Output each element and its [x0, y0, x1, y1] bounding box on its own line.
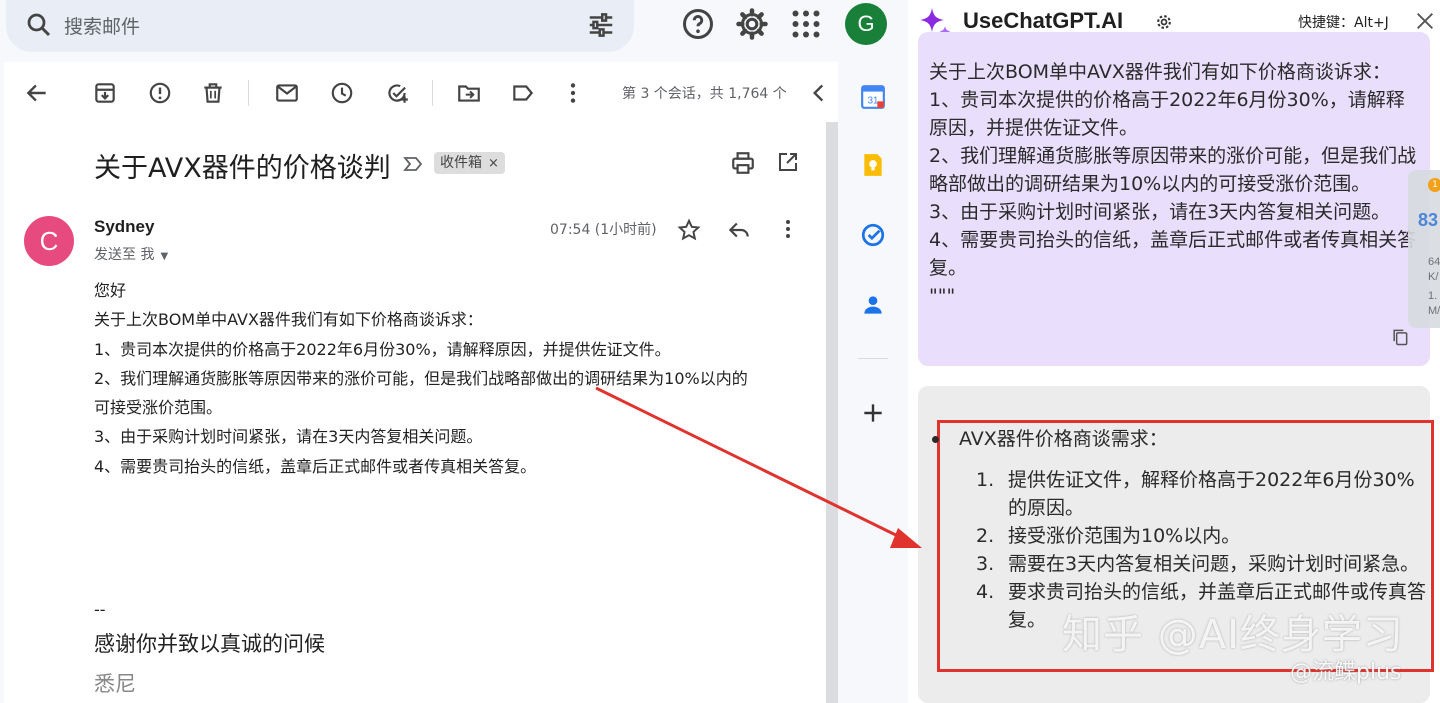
report-spam-icon[interactable] [147, 80, 173, 106]
body-line: 关于上次BOM单中AVX器件我们有如下价格商谈诉求： [94, 310, 483, 330]
reply-icon[interactable] [726, 217, 752, 243]
side-apps-rail: 31 [838, 62, 908, 703]
download-speed: 1. [1428, 290, 1438, 302]
remove-label-button[interactable]: × [488, 156, 499, 171]
usechatgpt-sidebar: UseChatGPT.AI 快捷键：Alt+J 关于上次BOM单中AVX器件我们… [908, 0, 1440, 703]
back-arrow-icon[interactable] [24, 80, 50, 106]
label-tag-icon[interactable] [510, 80, 536, 106]
mail-timestamp: 07:54 (1小时前) [550, 222, 657, 238]
shortcut-hint: 快捷键：Alt+J [1298, 15, 1389, 31]
watermark-handle: @流鲽plus [1290, 660, 1402, 685]
list-item: 3. 需要在3天内答复相关问题，采购计划时间紧急。 [976, 550, 1426, 578]
archive-icon[interactable] [92, 80, 118, 106]
mail-toolbar: 第 3 个会话，共 1,764 个 [4, 64, 838, 122]
help-icon[interactable] [680, 6, 716, 42]
rail-divider [858, 358, 888, 359]
body-line: 您好 [94, 281, 127, 300]
download-unit: M/ [1428, 305, 1440, 317]
list-number: 3. [976, 553, 995, 575]
list-text: 接受涨价范围为10%以内。 [1008, 525, 1241, 547]
sender-name[interactable]: Sydney [94, 217, 154, 237]
ai-bullet-text: AVX器件价格商谈需求： [959, 428, 1168, 450]
toolbar-divider [432, 80, 433, 106]
importance-marker-icon[interactable] [402, 155, 424, 173]
mail-body: 您好 关于上次BOM单中AVX器件我们有如下价格商谈诉求： 1、贵司本次提供的价… [94, 276, 814, 481]
caret-down-icon[interactable]: ▼ [160, 251, 168, 262]
mail-view: 第 3 个会话，共 1,764 个 关于AVX器件的价格谈判 收件箱 × C Sy… [4, 64, 838, 703]
body-line: 1、贵司本次提供的价格高于2022年6月份30%，请解释原因，并提供佐证文件。 [94, 339, 671, 359]
list-number: 2. [976, 525, 995, 547]
body-line: 4、需要贵司抬头的信纸，盖章后正式邮件或者传真相关答复。 [94, 456, 537, 476]
sender-avatar[interactable]: C [24, 216, 74, 266]
account-avatar[interactable]: G [845, 3, 887, 45]
snooze-clock-icon[interactable] [329, 80, 355, 106]
chatgpt-settings-icon[interactable] [1154, 12, 1174, 32]
usechatgpt-title: UseChatGPT.AI [963, 8, 1124, 33]
body-line: 2、我们理解通货膨胀等原因带来的涨价可能，但是我们战略部做出的调研结果为10%以… [94, 368, 748, 388]
conversation-pager: 第 3 个会话，共 1,764 个 [622, 86, 787, 102]
apps-grid-icon[interactable] [788, 6, 824, 42]
list-item: 2. 接受涨价范围为10%以内。 [976, 522, 1426, 550]
calendar-icon[interactable]: 31 [860, 84, 886, 110]
signature-name: 悉尼 [94, 672, 136, 696]
add-task-icon[interactable] [384, 80, 410, 106]
list-item: 1. 提供佐证文件，解释价格高于2022年6月份30%的原因。 [976, 466, 1426, 522]
move-to-folder-icon[interactable] [456, 80, 482, 106]
add-addon-plus-icon[interactable] [860, 400, 886, 426]
list-number: 1. [976, 469, 995, 491]
widget-value: 83 [1418, 210, 1439, 230]
list-text: 提供佐证文件，解释价格高于2022年6月份30%的原因。 [1008, 469, 1415, 519]
upload-unit: K/ [1428, 271, 1439, 283]
bullet-dot [932, 436, 939, 443]
search-input[interactable]: 搜索邮件 [64, 12, 140, 39]
search-bar[interactable]: 搜索邮件 [6, 0, 634, 52]
search-options-icon[interactable] [586, 10, 616, 40]
sent-to-text: 发送至 我 [94, 247, 155, 263]
body-line: 3、由于采购计划时间紧张，请在3天内答复相关问题。 [94, 427, 483, 447]
inbox-label-chip[interactable]: 收件箱 × [434, 152, 505, 174]
speed-widget[interactable]: 1 83 64 K/ 1. M/ [1408, 170, 1440, 328]
signature-separator: -- [94, 600, 106, 619]
tasks-icon[interactable] [860, 222, 886, 248]
label-text: 收件箱 [440, 155, 482, 171]
star-icon[interactable] [676, 217, 702, 243]
watermark-text: 知乎 @AI终身学习 [1062, 612, 1404, 658]
mark-unread-mail-icon[interactable] [274, 80, 300, 106]
more-vert-icon[interactable] [560, 80, 586, 106]
gmail-top-bar: 搜索邮件 G [0, 0, 908, 62]
upload-speed: 64 [1428, 256, 1440, 268]
message-more-icon[interactable] [776, 217, 800, 241]
calendar-day: 31 [868, 96, 879, 107]
keep-notes-icon[interactable] [860, 152, 886, 178]
ai-bullet-item: AVX器件价格商谈需求： [932, 424, 1168, 451]
list-number: 4. [976, 581, 995, 603]
recipient-details[interactable]: 发送至 我 ▼ [94, 244, 168, 264]
mail-scrollbar[interactable] [826, 122, 838, 703]
delete-trash-icon[interactable] [200, 80, 226, 106]
body-line: 可接受涨价范围。 [94, 398, 223, 418]
settings-gear-icon[interactable] [734, 6, 770, 42]
mail-subject: 关于AVX器件的价格谈判 [94, 153, 391, 184]
search-icon[interactable] [24, 10, 54, 40]
close-icon[interactable] [1414, 10, 1436, 32]
copy-icon[interactable] [1390, 327, 1410, 347]
chevron-left-icon[interactable] [806, 80, 832, 106]
open-new-window-icon[interactable] [776, 150, 800, 174]
widget-badge: 1 [1428, 178, 1440, 192]
toolbar-divider [248, 80, 249, 106]
signature-line: 感谢你并致以真诚的问候 [94, 632, 325, 656]
user-message-text: 关于上次BOM单中AVX器件我们有如下价格商谈诉求： 1、贵司本次提供的价格高于… [929, 61, 1417, 307]
contacts-icon[interactable] [860, 292, 886, 318]
user-message-bubble: 关于上次BOM单中AVX器件我们有如下价格商谈诉求： 1、贵司本次提供的价格高于… [918, 32, 1430, 366]
print-icon[interactable] [730, 150, 756, 176]
list-text: 需要在3天内答复相关问题，采购计划时间紧急。 [1008, 553, 1420, 575]
